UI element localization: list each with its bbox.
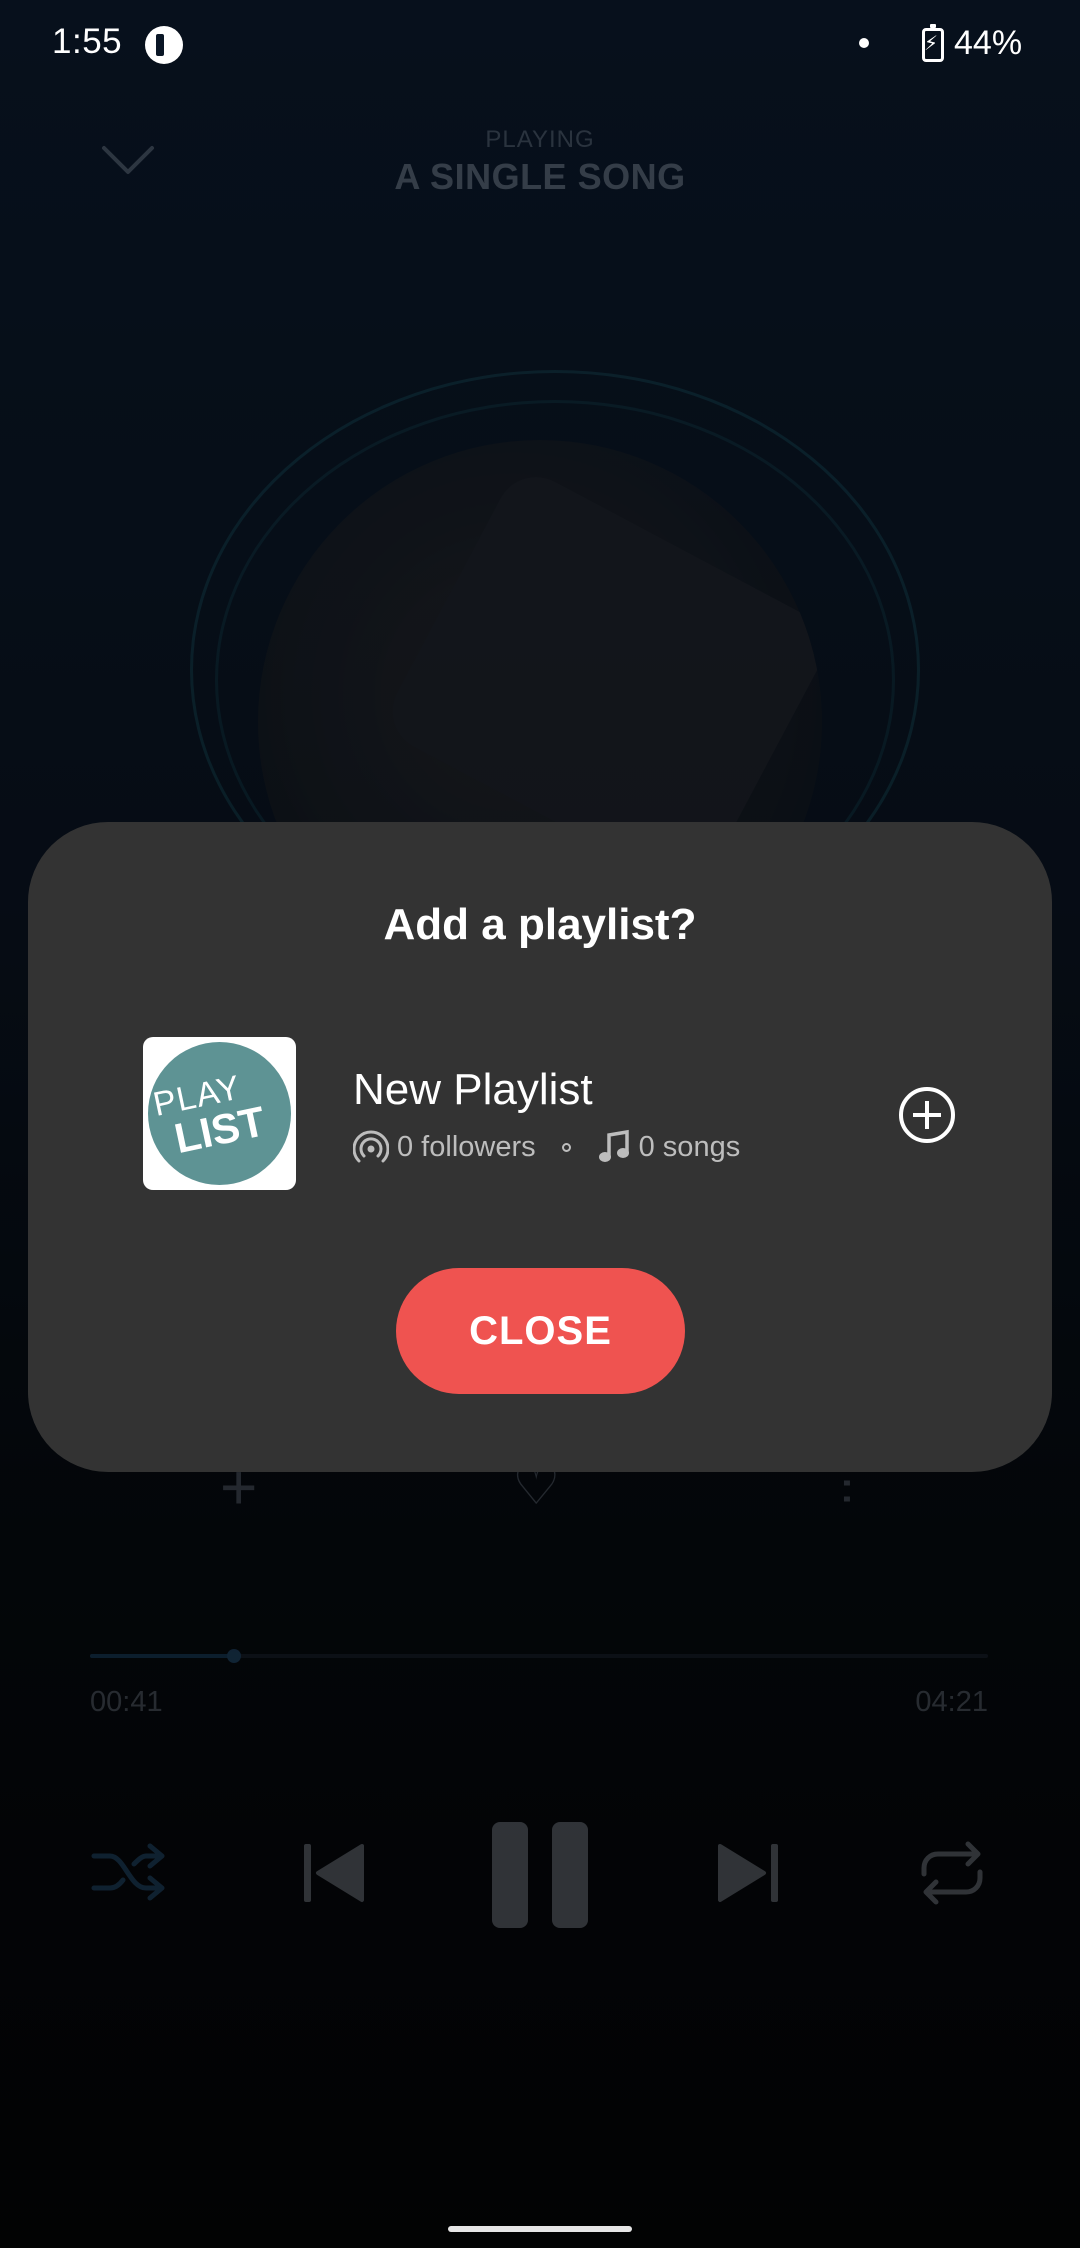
add-to-playlist-button[interactable] xyxy=(899,1087,955,1143)
broadcast-icon xyxy=(353,1130,389,1163)
meta-separator xyxy=(561,1142,571,1152)
battery-charging-icon xyxy=(922,24,944,62)
playlist-item[interactable]: PLAY LIST New Playlist 0 followers 0 son… xyxy=(143,1037,963,1192)
close-button[interactable]: CLOSE xyxy=(396,1268,685,1394)
battery-level: 44% xyxy=(954,24,1023,62)
songs-count: 0 songs xyxy=(638,1130,741,1163)
playlist-thumbnail: PLAY LIST xyxy=(143,1037,296,1190)
music-note-icon xyxy=(598,1129,629,1162)
home-indicator[interactable] xyxy=(448,2226,632,2232)
player-screen: PLAYING A SINGLE SONG + ♡ ⋯ 00:41 04:21 xyxy=(0,0,1080,2248)
app-notification-icon xyxy=(145,26,183,64)
status-bar: 1:55 44% xyxy=(0,0,1080,90)
notification-dot-icon xyxy=(859,38,869,48)
dialog-title: Add a playlist? xyxy=(383,900,697,949)
playlist-meta: 0 followers 0 songs xyxy=(353,1127,740,1167)
status-time: 1:55 xyxy=(52,22,123,61)
add-playlist-dialog: Add a playlist? PLAY LIST New Playlist 0… xyxy=(28,822,1052,1472)
playlist-name: New Playlist xyxy=(353,1065,593,1114)
followers-count: 0 followers xyxy=(397,1130,536,1163)
